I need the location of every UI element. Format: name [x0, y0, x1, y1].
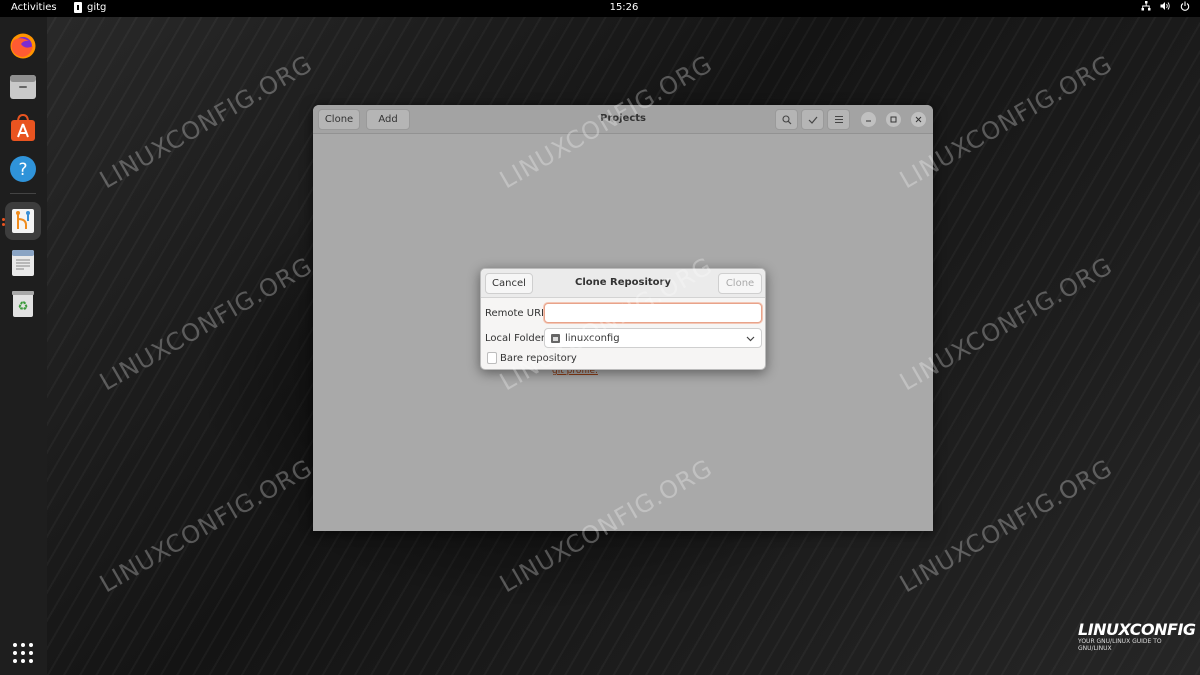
chevron-down-icon	[746, 336, 755, 342]
network-icon	[1141, 1, 1151, 11]
minimize-button[interactable]	[861, 112, 876, 127]
gitg-icon	[12, 209, 34, 233]
software-store-icon	[11, 114, 35, 141]
bare-repository-checkbox[interactable]	[487, 352, 497, 364]
dock-item-show-apps[interactable]	[5, 635, 41, 671]
top-bar: Activities gitg 15:26	[0, 0, 1200, 17]
minimize-icon	[866, 120, 871, 122]
power-icon	[1180, 1, 1190, 11]
gitg-app-icon	[74, 2, 82, 13]
menu-button[interactable]	[827, 109, 850, 130]
clock[interactable]: 15:26	[600, 2, 648, 13]
remote-url-input[interactable]	[544, 303, 762, 323]
help-icon: ?	[10, 156, 36, 182]
activities-button[interactable]: Activities	[11, 2, 57, 13]
checkmark-icon	[808, 116, 817, 124]
app-menu[interactable]: gitg	[74, 2, 106, 13]
dock-item-help[interactable]: ?	[5, 151, 41, 187]
volume-icon	[1160, 2, 1170, 10]
dock-item-gitg[interactable]	[5, 202, 41, 240]
header-bar: Clone Add Projects	[313, 105, 933, 134]
svg-text:♻: ♻	[18, 299, 29, 313]
maximize-button[interactable]	[886, 112, 901, 127]
brand-name: LINUXCONFIG	[1078, 620, 1196, 639]
local-folder-chooser[interactable]: linuxconfig	[544, 328, 762, 348]
system-status-menu[interactable]	[1141, 1, 1190, 11]
dock-item-firefox[interactable]	[5, 28, 41, 64]
local-folder-value: linuxconfig	[565, 332, 620, 344]
bare-repository-label[interactable]: Bare repository	[500, 353, 577, 364]
close-icon	[915, 116, 922, 123]
dock: ? ♻	[0, 17, 47, 675]
home-folder-icon	[551, 333, 560, 343]
search-button[interactable]	[775, 109, 798, 130]
maximize-icon	[890, 116, 897, 123]
brand-tagline: YOUR GNU/LINUX GUIDE TO GNU/LINUX	[1078, 638, 1162, 652]
local-folder-label: Local Folder:	[485, 333, 549, 344]
dock-item-trash[interactable]: ♻	[5, 286, 41, 322]
dialog-clone-button[interactable]: Clone	[718, 273, 762, 294]
remote-url-label: Remote URL:	[485, 308, 550, 319]
trash-icon: ♻	[12, 291, 34, 317]
close-button[interactable]	[911, 112, 926, 127]
dialog-header: Cancel Clone Repository Clone	[481, 269, 765, 298]
select-button[interactable]	[801, 109, 824, 130]
clone-repository-dialog: Cancel Clone Repository Clone Remote URL…	[480, 268, 766, 370]
files-icon	[10, 75, 36, 99]
linuxconfig-logo: LINUXCONFIG YOUR GNU/LINUX GUIDE TO GNU/…	[1078, 620, 1196, 652]
hamburger-menu-icon	[834, 115, 843, 124]
dock-item-text-editor[interactable]	[5, 245, 41, 281]
text-editor-icon	[12, 250, 34, 276]
app-grid-icon	[13, 643, 33, 663]
search-icon	[781, 114, 791, 124]
dock-item-software[interactable]	[5, 110, 41, 146]
dock-separator	[10, 193, 36, 194]
dock-item-files[interactable]	[5, 69, 41, 105]
app-menu-label: gitg	[87, 2, 107, 13]
svg-text:?: ?	[18, 160, 27, 180]
firefox-icon	[10, 33, 36, 59]
